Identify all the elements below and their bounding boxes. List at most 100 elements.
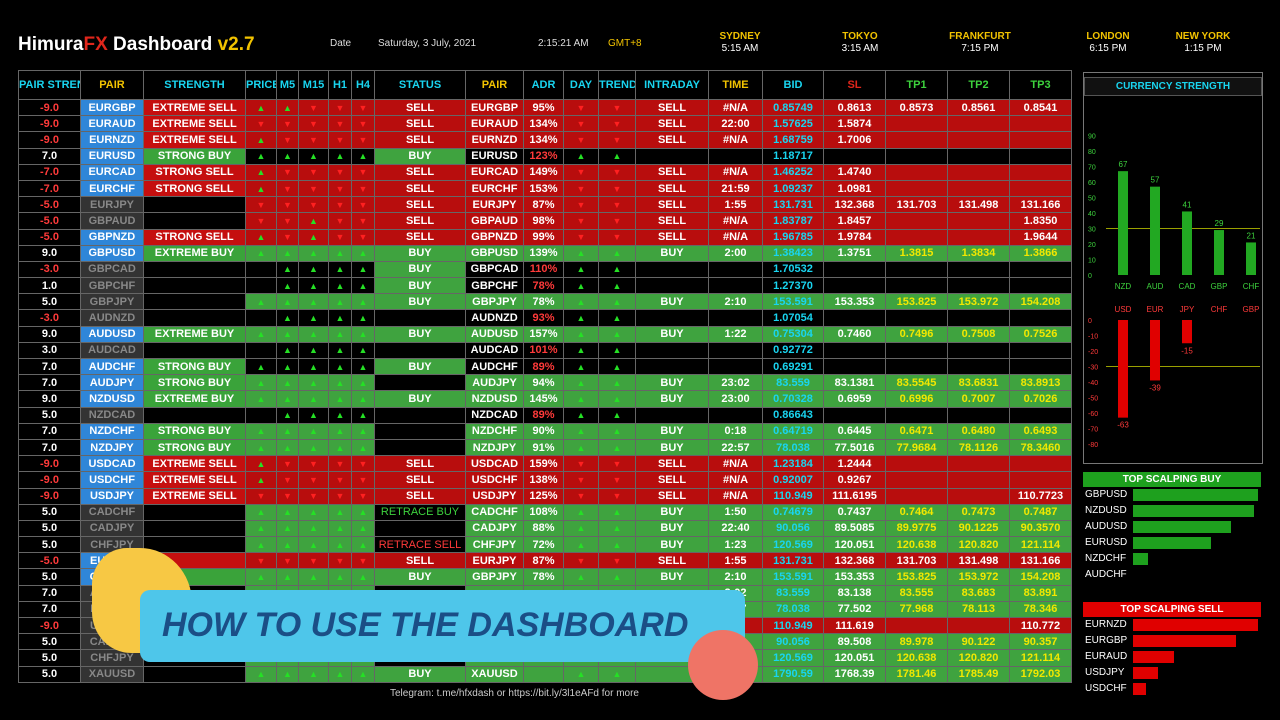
- scalp-row[interactable]: USDCHF: [1083, 681, 1261, 697]
- status-cell: SELL: [374, 552, 466, 570]
- pair-name[interactable]: NZDCHF: [80, 422, 144, 440]
- scalp-row[interactable]: NZDUSD: [1083, 503, 1261, 519]
- col-header-pair[interactable]: PAIR: [465, 70, 524, 100]
- col-header-h4[interactable]: H4: [351, 70, 375, 100]
- col-header-intraday[interactable]: INTRADAY: [635, 70, 709, 100]
- tp2-value: 1785.49: [947, 665, 1010, 683]
- col-header-price-chg[interactable]: PRICE CHG: [245, 70, 277, 100]
- pair-name[interactable]: GBPCAD: [80, 260, 144, 279]
- pair-name[interactable]: EURGBP: [80, 98, 144, 117]
- bid-price: 0.70328: [762, 390, 824, 408]
- table-row[interactable]: -7.0 EURCHF STRONG SELL ▲ ▼ ▼ ▼ ▼ SELL EURCHF 153%…: [18, 179, 1072, 198]
- pair-name[interactable]: GBPUSD: [80, 244, 144, 262]
- bid-price: 153.591: [762, 568, 824, 586]
- col-header-trend[interactable]: TREND: [598, 70, 636, 100]
- pair-name[interactable]: EURNZD: [80, 131, 144, 149]
- table-row[interactable]: 9.0 AUDUSD EXTREME BUY ▲ ▲ ▲ ▲ ▲ BUY AUDUSD 157% ▲ ▲…: [18, 325, 1072, 343]
- table-row[interactable]: 9.0 NZDUSD EXTREME BUY ▲ ▲ ▲ ▲ ▲ BUY NZDUSD 145% ▲ ▲…: [18, 390, 1072, 408]
- pair-name[interactable]: AUDNZD: [80, 309, 144, 327]
- col-header-status[interactable]: STATUS: [374, 70, 466, 100]
- table-row[interactable]: -9.0 EURGBP EXTREME SELL ▲ ▲ ▼ ▼ ▼ SELL EURGBP 95%…: [18, 98, 1072, 117]
- tp1-value: 0.6996: [885, 390, 948, 408]
- strength-value: -63: [1117, 421, 1129, 430]
- pair-name[interactable]: GBPJPY: [80, 293, 144, 311]
- pair-name[interactable]: EURCAD: [80, 163, 144, 181]
- pair-name[interactable]: EURAUD: [80, 115, 144, 133]
- table-row[interactable]: 5.0 CHFJPY ▲ ▲ ▲ ▲ ▲ RETRACE SELL CHFJPY 72% ▲ ▲ BUY…: [18, 536, 1072, 554]
- pair-name[interactable]: EURJPY: [80, 196, 144, 214]
- pair-name[interactable]: USDCAD: [80, 455, 144, 473]
- scalp-row[interactable]: NZDCHF: [1083, 551, 1261, 567]
- table-row[interactable]: 7.0 EURUSD STRONG BUY ▲ ▲ ▲ ▲ ▲ BUY EURUSD 123% ▲ ▲ 1…: [18, 147, 1072, 165]
- table-row[interactable]: -5.0 GBPNZD STRONG SELL ▲ ▼ ▲ ▼ ▼ SELL GBPNZD 99% ▼…: [18, 228, 1072, 246]
- tp3-value: [1009, 357, 1072, 376]
- col-header-day[interactable]: DAY: [563, 70, 599, 100]
- table-row[interactable]: 7.0 NZDCHF STRONG BUY ▲ ▲ ▲ ▲ ▲ NZDCHF 90% ▲ ▲ BUY 0:…: [18, 422, 1072, 440]
- pair-name[interactable]: EURUSD: [80, 147, 144, 165]
- scalp-row[interactable]: EURNZD: [1083, 617, 1261, 633]
- pair-name[interactable]: NZDCAD: [80, 406, 144, 424]
- table-row[interactable]: -9.0 EURNZD EXTREME SELL ▲ ▼ ▼ ▼ ▼ SELL EURNZD 134…: [18, 131, 1072, 149]
- table-row[interactable]: 1.0 GBPCHF ▲ ▲ ▲ ▲ BUY GBPCHF 78% ▲ ▲ 1.27370: [18, 277, 1072, 295]
- col-header-tp1[interactable]: TP1: [885, 70, 948, 100]
- table-row[interactable]: -9.0 EURAUD EXTREME SELL ▼ ▼ ▼ ▼ ▼ SELL EURAUD 134…: [18, 115, 1072, 133]
- table-row[interactable]: -5.0 GBPAUD ▼ ▼ ▲ ▼ ▼ SELL GBPAUD 98% ▼ ▼ SELL #N/A 1.…: [18, 212, 1072, 230]
- table-row[interactable]: 5.0 XAUUSD ▲ ▲ ▲ ▲ ▲ BUY XAUUSD ▲ ▲ 1790.59 1768.39 1…: [18, 665, 1072, 683]
- col-header-m5[interactable]: M5: [276, 70, 299, 100]
- pair-name[interactable]: GBPCHF: [80, 277, 144, 295]
- table-row[interactable]: 7.0 NZDJPY STRONG BUY ▲ ▲ ▲ ▲ ▲ NZDJPY 91% ▲ ▲ BUY 22…: [18, 438, 1072, 457]
- pair-name[interactable]: USDCHF: [80, 471, 144, 489]
- table-row[interactable]: 3.0 AUDCAD ▲ ▲ ▲ ▲ AUDCAD 101% ▲ ▲ 0.92772: [18, 341, 1072, 360]
- table-row[interactable]: 5.0 CADJPY ▲ ▲ ▲ ▲ ▲ CADJPY 88% ▲ ▲ BUY 22:40 90.056 8…: [18, 519, 1072, 538]
- scalp-row[interactable]: AUDUSD: [1083, 519, 1261, 535]
- col-header-strength[interactable]: STRENGTH: [143, 70, 246, 100]
- pair-name[interactable]: NZDUSD: [80, 390, 144, 408]
- pair-name[interactable]: EURCHF: [80, 179, 144, 198]
- right-pair: USDCAD: [465, 455, 524, 473]
- scalp-row[interactable]: EURGBP: [1083, 633, 1261, 649]
- table-row[interactable]: -3.0 GBPCAD ▲ ▲ ▲ ▲ BUY GBPCAD 110% ▲ ▲ 1.70532: [18, 260, 1072, 279]
- pair-name[interactable]: AUDCHF: [80, 357, 144, 376]
- scalp-row[interactable]: EURUSD: [1083, 535, 1261, 551]
- table-row[interactable]: -9.0 USDCHF EXTREME SELL ▲ ▼ ▼ ▼ ▼ SELL USDCHF 138…: [18, 471, 1072, 489]
- col-header-tp2[interactable]: TP2: [947, 70, 1010, 100]
- col-header-time[interactable]: TIME: [708, 70, 763, 100]
- pair-name[interactable]: USDJPY: [80, 487, 144, 505]
- scalp-row[interactable]: EURAUD: [1083, 649, 1261, 665]
- table-row[interactable]: 7.0 AUDJPY STRONG BUY ▲ ▲ ▲ ▲ ▲ AUDJPY 94% ▲ ▲ BUY 23…: [18, 374, 1072, 392]
- pair-name[interactable]: CADCHF: [80, 503, 144, 521]
- table-row[interactable]: 5.0 CADCHF ▲ ▲ ▲ ▲ ▲ RETRACE BUY CADCHF 108% ▲ ▲ BUY…: [18, 503, 1072, 521]
- footer-link[interactable]: Telegram: t.me/hfxdash or https://bit.ly…: [390, 688, 639, 699]
- table-row[interactable]: 5.0GBPJPY▲▲▲▲▲BUYGBPJPY78%▲▲BUY2:10153.5…: [18, 293, 1072, 311]
- scalp-row[interactable]: AUDCHF: [1083, 567, 1261, 583]
- intraday-signal: BUY: [635, 244, 709, 262]
- col-header-adr[interactable]: ADR: [523, 70, 564, 100]
- pair-name[interactable]: AUDJPY: [80, 374, 144, 392]
- pair-name[interactable]: AUDCAD: [80, 341, 144, 360]
- col-header-sl[interactable]: SL: [823, 70, 886, 100]
- table-row[interactable]: 9.0 GBPUSD EXTREME BUY ▲ ▲ ▲ ▲ ▲ BUY GBPUSD 139% ▲ ▲…: [18, 244, 1072, 262]
- pair-name[interactable]: GBPAUD: [80, 212, 144, 230]
- pair-name[interactable]: AUDUSD: [80, 325, 144, 343]
- pair-name[interactable]: CADJPY: [80, 519, 144, 538]
- col-header-pair-strength[interactable]: PAIR STRENGTH: [18, 70, 81, 100]
- col-header-tp3[interactable]: TP3: [1009, 70, 1072, 100]
- pair-name[interactable]: GBPNZD: [80, 228, 144, 246]
- table-row[interactable]: 5.0 NZDCAD ▲ ▲ ▲ ▲ NZDCAD 89% ▲ ▲ 0.86643: [18, 406, 1072, 424]
- table-row[interactable]: -5.0EURJPY▼▼▼▼▼SELLEURJPY87%▼▼SELL1:5513…: [18, 196, 1072, 214]
- scalp-row[interactable]: GBPUSD: [1083, 487, 1261, 503]
- bid-price: 0.86643: [762, 406, 824, 424]
- col-header-bid[interactable]: BID: [762, 70, 824, 100]
- table-row[interactable]: -9.0 USDCAD EXTREME SELL ▲ ▼ ▼ ▼ ▼ SELL USDCAD 159…: [18, 455, 1072, 473]
- scalp-row[interactable]: USDJPY: [1083, 665, 1261, 681]
- table-row[interactable]: -9.0 USDJPY EXTREME SELL ▼ ▼ ▼ ▼ ▼ SELL USDJPY 125…: [18, 487, 1072, 505]
- col-header-h1[interactable]: H1: [328, 70, 352, 100]
- price-action-arrow: ▼: [328, 228, 352, 246]
- pair-name[interactable]: NZDJPY: [80, 438, 144, 457]
- table-row[interactable]: -7.0 EURCAD STRONG SELL ▲ ▼ ▼ ▼ ▼ SELL EURCAD 149%…: [18, 163, 1072, 181]
- table-row[interactable]: 7.0 AUDCHF STRONG BUY ▲ ▲ ▲ ▲ ▲ BUY AUDCHF 89% ▲ ▲ 0.…: [18, 357, 1072, 376]
- col-header-pair[interactable]: PAIR: [80, 70, 144, 100]
- pair-name[interactable]: XAUUSD: [80, 665, 144, 683]
- col-header-m15[interactable]: M15: [298, 70, 329, 100]
- table-row[interactable]: -3.0 AUDNZD ▲ ▲ ▲ ▲ AUDNZD 93% ▲ ▲ 1.07054: [18, 309, 1072, 327]
